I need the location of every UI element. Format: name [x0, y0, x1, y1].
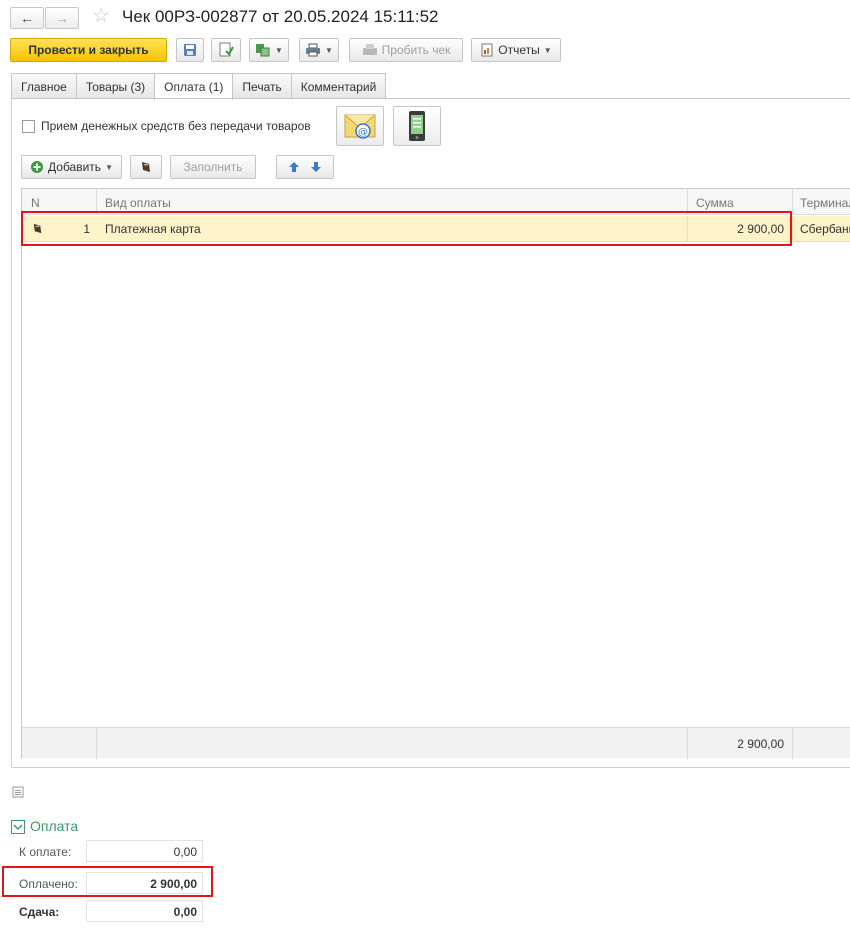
post-document-icon	[219, 42, 234, 57]
dropdown-caret-icon: ▼	[543, 45, 552, 55]
fill-button[interactable]: Заполнить	[170, 155, 256, 179]
tab-goods[interactable]: Товары (3)	[75, 73, 156, 99]
plus-circle-icon	[31, 161, 44, 173]
print-receipt-button[interactable]: Пробить чек	[349, 38, 463, 62]
column-divider	[792, 189, 793, 215]
column-header-n[interactable]: N	[31, 196, 40, 210]
post-and-close-button[interactable]: Провести и закрыть	[10, 38, 167, 62]
row-highlight-frame	[21, 211, 792, 246]
move-buttons	[276, 155, 334, 179]
send-sms-button[interactable]	[393, 106, 441, 146]
column-header-payment-type[interactable]: Вид оплаты	[105, 196, 171, 210]
post-button[interactable]	[211, 38, 241, 62]
cash-register-icon	[362, 44, 377, 55]
document-title: Чек 00РЗ-002877 от 20.05.2024 15:11:52	[122, 7, 439, 26]
no-goods-transfer-label: Прием денежных средств без передачи това…	[41, 119, 311, 133]
reports-label: Отчеты	[498, 43, 540, 57]
send-email-button[interactable]: @	[336, 106, 384, 146]
card-payment-button[interactable]	[130, 155, 162, 179]
svg-text:@: @	[358, 127, 368, 138]
table-footer: 2 900,00	[22, 727, 850, 759]
no-goods-transfer-checkbox[interactable]	[22, 120, 35, 133]
column-header-terminal[interactable]: Терминал	[800, 196, 850, 210]
payment-section-title[interactable]: Оплата	[30, 818, 78, 834]
forward-button[interactable]: →	[45, 7, 79, 29]
column-header-amount[interactable]: Сумма	[696, 196, 734, 210]
collapse-chevron-icon[interactable]	[11, 820, 25, 834]
arrow-down-icon[interactable]	[310, 161, 322, 173]
email-envelope-icon: @	[344, 114, 376, 139]
report-icon	[481, 43, 493, 57]
arrow-right-icon: →	[55, 10, 69, 26]
printer-icon	[306, 43, 321, 57]
column-divider	[792, 728, 793, 759]
create-based-on-icon	[256, 44, 270, 57]
footer-total-amount: 2 900,00	[737, 737, 784, 751]
dropdown-caret-icon: ▼	[325, 45, 333, 55]
add-button[interactable]: Добавить ▼	[21, 155, 122, 179]
reports-button[interactable]: Отчеты ▼	[471, 38, 561, 62]
tab-bar: Главное Товары (3) Оплата (1) Печать Ком…	[11, 73, 387, 100]
paid-highlight-frame	[2, 866, 213, 897]
add-label: Добавить	[48, 160, 102, 174]
print-button[interactable]: ▼	[299, 38, 339, 62]
dropdown-caret-icon: ▼	[105, 162, 113, 172]
arrow-up-icon[interactable]	[288, 161, 300, 173]
column-divider	[96, 728, 97, 759]
floppy-disk-icon	[184, 44, 196, 56]
arrow-left-icon: ←	[20, 10, 34, 26]
dropdown-caret-icon: ▼	[275, 45, 283, 55]
change-field: 0,00	[86, 900, 203, 922]
list-menu-icon[interactable]	[12, 786, 24, 798]
payment-card-icon	[142, 162, 150, 172]
mobile-phone-icon	[409, 111, 425, 141]
tab-main[interactable]: Главное	[11, 73, 77, 99]
tab-print[interactable]: Печать	[232, 73, 292, 99]
favorite-star-icon[interactable]: ☆	[92, 6, 110, 26]
change-label: Сдача:	[19, 905, 60, 919]
tab-panel-border	[11, 767, 850, 768]
to-pay-field: 0,00	[86, 840, 203, 862]
save-button[interactable]	[176, 38, 204, 62]
payments-table[interactable]: N Вид оплаты Сумма Терминал 1 Платежная …	[21, 188, 850, 759]
tab-divider	[11, 98, 850, 99]
row-terminal: Сбербанк	[800, 222, 850, 236]
create-based-on-button[interactable]: ▼	[249, 38, 289, 62]
back-button[interactable]: ←	[10, 7, 44, 29]
print-receipt-label: Пробить чек	[381, 43, 451, 57]
to-pay-label: К оплате:	[19, 845, 72, 859]
tab-payment[interactable]: Оплата (1)	[154, 73, 234, 100]
column-divider	[792, 216, 793, 242]
tab-comment[interactable]: Комментарий	[290, 73, 387, 99]
tab-panel-border	[11, 98, 12, 768]
